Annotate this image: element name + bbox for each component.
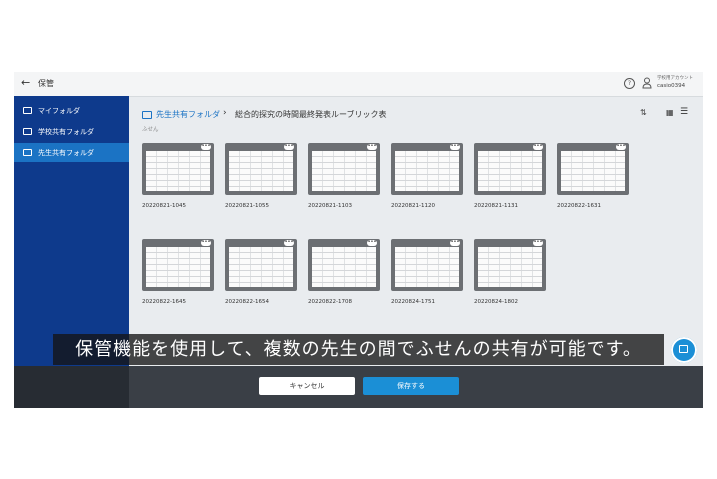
page-title: 保管 [38, 79, 54, 88]
file-name: 20220821-1103 [308, 203, 352, 209]
file-name: 20220821-1045 [142, 203, 186, 209]
sidebar-item-label: 先生共有フォルダ [38, 149, 94, 157]
more-options-icon[interactable]: ••• [450, 144, 460, 150]
file-thumbnail[interactable]: ••• 20220824-1802 [474, 239, 546, 305]
bottom-bar-left [14, 366, 129, 408]
thumbnail-card: ••• [474, 143, 546, 195]
cancel-button[interactable]: キャンセル [259, 377, 355, 395]
document-preview [146, 151, 210, 191]
list-view-icon[interactable]: ☰ [680, 107, 688, 117]
document-preview [146, 247, 210, 287]
document-preview [395, 151, 459, 191]
sidebar-item-teacher-shared-folder[interactable]: 先生共有フォルダ [14, 143, 129, 162]
file-name: 20220821-1120 [391, 203, 435, 209]
account-type-label: 学校用アカウント [657, 76, 693, 81]
sidebar-item-label: マイフォルダ [38, 107, 80, 115]
help-icon[interactable]: ? [624, 78, 635, 89]
file-name: 20220824-1802 [474, 299, 518, 305]
document-preview [312, 151, 376, 191]
more-options-icon[interactable]: ••• [367, 144, 377, 150]
more-options-icon[interactable]: ••• [533, 240, 543, 246]
file-thumbnail[interactable]: ••• 20220822-1645 [142, 239, 214, 305]
more-options-icon[interactable]: ••• [450, 240, 460, 246]
document-preview [478, 151, 542, 191]
folder-icon [23, 128, 32, 135]
thumbnail-card: ••• [225, 143, 297, 195]
file-name: 20220822-1645 [142, 299, 186, 305]
thumbnail-card: ••• [142, 143, 214, 195]
more-options-icon[interactable]: ••• [284, 144, 294, 150]
breadcrumb-parent-link[interactable]: 先生共有フォルダ [156, 109, 220, 120]
file-name: 20220824-1751 [391, 299, 435, 305]
main-content: 先生共有フォルダ › 総合的探究の時間最終発表ルーブリック表 ふせん ⇅ ▦ ☰… [129, 96, 703, 366]
folder-icon [23, 149, 32, 156]
thumbnail-card: ••• [308, 239, 380, 291]
thumbnail-card: ••• [557, 143, 629, 195]
thumbnail-card: ••• [474, 239, 546, 291]
file-thumbnail[interactable]: ••• 20220822-1708 [308, 239, 380, 305]
sidebar-item-label: 学校共有フォルダ [38, 128, 94, 136]
file-thumbnail[interactable]: ••• 20220822-1631 [557, 143, 629, 209]
grid-view-icon[interactable]: ▦ [666, 108, 674, 117]
thumbnail-card: ••• [225, 239, 297, 291]
file-thumbnail[interactable]: ••• 20220821-1103 [308, 143, 380, 209]
more-options-icon[interactable]: ••• [616, 144, 626, 150]
thumbnail-card: ••• [391, 239, 463, 291]
folder-icon [23, 107, 32, 114]
sub-label: ふせん [142, 127, 159, 133]
breadcrumb-current: 総合的探究の時間最終発表ルーブリック表 [235, 110, 387, 119]
folder-icon [142, 111, 152, 119]
file-name: 20220822-1631 [557, 203, 601, 209]
file-thumbnail[interactable]: ••• 20220824-1751 [391, 239, 463, 305]
document-preview [312, 247, 376, 287]
breadcrumb-separator-icon: › [223, 108, 227, 118]
file-thumbnail[interactable]: ••• 20220821-1120 [391, 143, 463, 209]
thumbnail-card: ••• [391, 143, 463, 195]
account-id: casio0394 [657, 83, 686, 89]
file-name: 20220821-1131 [474, 203, 518, 209]
document-preview [229, 151, 293, 191]
more-options-icon[interactable]: ••• [201, 240, 211, 246]
file-thumbnail[interactable]: ••• 20220822-1654 [225, 239, 297, 305]
save-button[interactable]: 保存する [363, 377, 459, 395]
file-name: 20220822-1654 [225, 299, 269, 305]
file-thumbnail[interactable]: ••• 20220821-1055 [225, 143, 297, 209]
more-options-icon[interactable]: ••• [533, 144, 543, 150]
sidebar-item-school-shared-folder[interactable]: 学校共有フォルダ [14, 122, 129, 141]
sort-icon[interactable]: ⇅ [640, 108, 647, 117]
document-preview [395, 247, 459, 287]
sidebar-item-my-folder[interactable]: マイフォルダ [14, 101, 129, 120]
file-name: 20220822-1708 [308, 299, 352, 305]
folder-add-icon [679, 345, 688, 353]
more-options-icon[interactable]: ••• [367, 240, 377, 246]
document-preview [561, 151, 625, 191]
thumbnail-card: ••• [142, 239, 214, 291]
document-preview [229, 247, 293, 287]
more-options-icon[interactable]: ••• [201, 144, 211, 150]
file-thumbnail[interactable]: ••• 20220821-1045 [142, 143, 214, 209]
file-name: 20220821-1055 [225, 203, 269, 209]
back-arrow-icon[interactable]: ← [21, 76, 30, 89]
top-bar: ← 保管 ? 学校用アカウント casio0394 [14, 72, 703, 97]
video-caption: 保管機能を使用して、複数の先生の間でふせんの共有が可能です。 [75, 339, 642, 360]
thumbnail-card: ••• [308, 143, 380, 195]
document-preview [478, 247, 542, 287]
file-thumbnail[interactable]: ••• 20220821-1131 [474, 143, 546, 209]
more-options-icon[interactable]: ••• [284, 240, 294, 246]
user-icon[interactable] [642, 77, 652, 89]
